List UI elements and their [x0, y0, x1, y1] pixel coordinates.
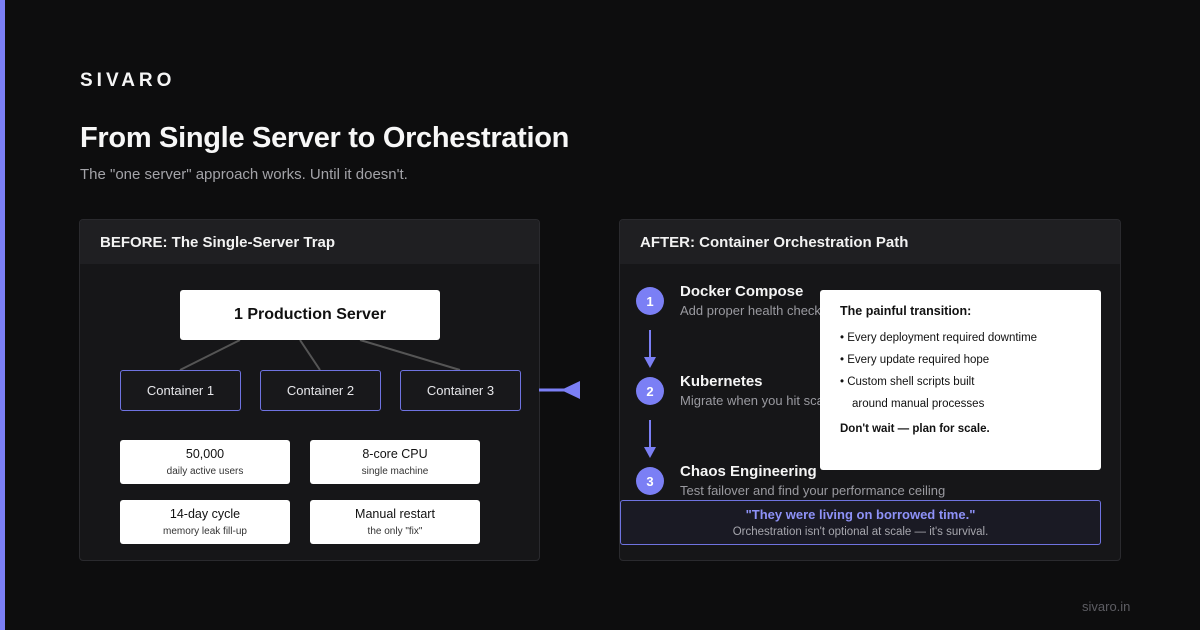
callout-item: around manual processes: [852, 398, 985, 410]
quote-box: "They were living on borrowed time." Orc…: [620, 500, 1101, 545]
step-title: Docker Compose: [680, 283, 804, 300]
painful-transition-callout: The painful transition: • Every deployme…: [820, 290, 1101, 470]
step-description: Add proper health checks: [680, 303, 828, 318]
brand-logo: SIVARO: [80, 70, 176, 91]
container-box-3: Container 3: [400, 370, 521, 411]
metric-label: daily active users: [166, 466, 244, 477]
metric-label: memory leak fill-up: [163, 526, 247, 537]
container-box-2: Container 2: [260, 370, 381, 411]
production-server-box: 1 Production Server: [180, 290, 440, 340]
down-arrow-icon: [644, 330, 656, 368]
before-panel: BEFORE: The Single-Server Trap 1 Product…: [79, 219, 540, 561]
callout-title: The painful transition:: [840, 304, 972, 318]
step-number-badge: 1: [636, 287, 664, 315]
metric-value: Manual restart: [355, 507, 435, 521]
page-title: From Single Server to Orchestration: [80, 122, 570, 154]
transition-arrow-icon: [539, 381, 580, 399]
metric-card-cpu: 8-core CPU single machine: [310, 440, 480, 484]
metric-label: the only "fix": [367, 526, 423, 537]
footer-url: sivaro.in: [1082, 599, 1131, 614]
metric-value: 8-core CPU: [362, 447, 428, 461]
before-panel-header: BEFORE: The Single-Server Trap: [80, 220, 539, 264]
metric-label: single machine: [361, 466, 429, 477]
after-panel: AFTER: Container Orchestration Path 1 Do…: [619, 219, 1121, 561]
step-description: Migrate when you hit scale: [680, 393, 834, 408]
callout-footer: Don't wait — plan for scale.: [840, 423, 990, 435]
after-panel-header: AFTER: Container Orchestration Path: [620, 220, 1120, 264]
page-subtitle: The "one server" approach works. Until i…: [80, 166, 408, 183]
step-description: Test failover and find your performance …: [680, 483, 946, 498]
quote-text: "They were living on borrowed time.": [745, 507, 976, 522]
metric-card-restart: Manual restart the only "fix": [310, 500, 480, 544]
step-number-badge: 2: [636, 377, 664, 405]
quote-subtext: Orchestration isn't optional at scale — …: [732, 526, 989, 538]
metric-value: 14-day cycle: [169, 507, 241, 521]
accent-bar: [0, 0, 5, 630]
step-title: Kubernetes: [680, 373, 763, 390]
callout-item: • Custom shell scripts built: [840, 376, 975, 388]
metric-value: 50,000: [185, 447, 225, 461]
metric-card-users: 50,000 daily active users: [120, 440, 290, 484]
callout-item: • Every update required hope: [840, 354, 990, 366]
callout-item: • Every deployment required downtime: [840, 332, 1038, 344]
container-box-1: Container 1: [120, 370, 241, 411]
down-arrow-icon: [644, 420, 656, 458]
step-title: Chaos Engineering: [680, 463, 817, 480]
metric-card-cycle: 14-day cycle memory leak fill-up: [120, 500, 290, 544]
step-number-badge: 3: [636, 467, 664, 495]
